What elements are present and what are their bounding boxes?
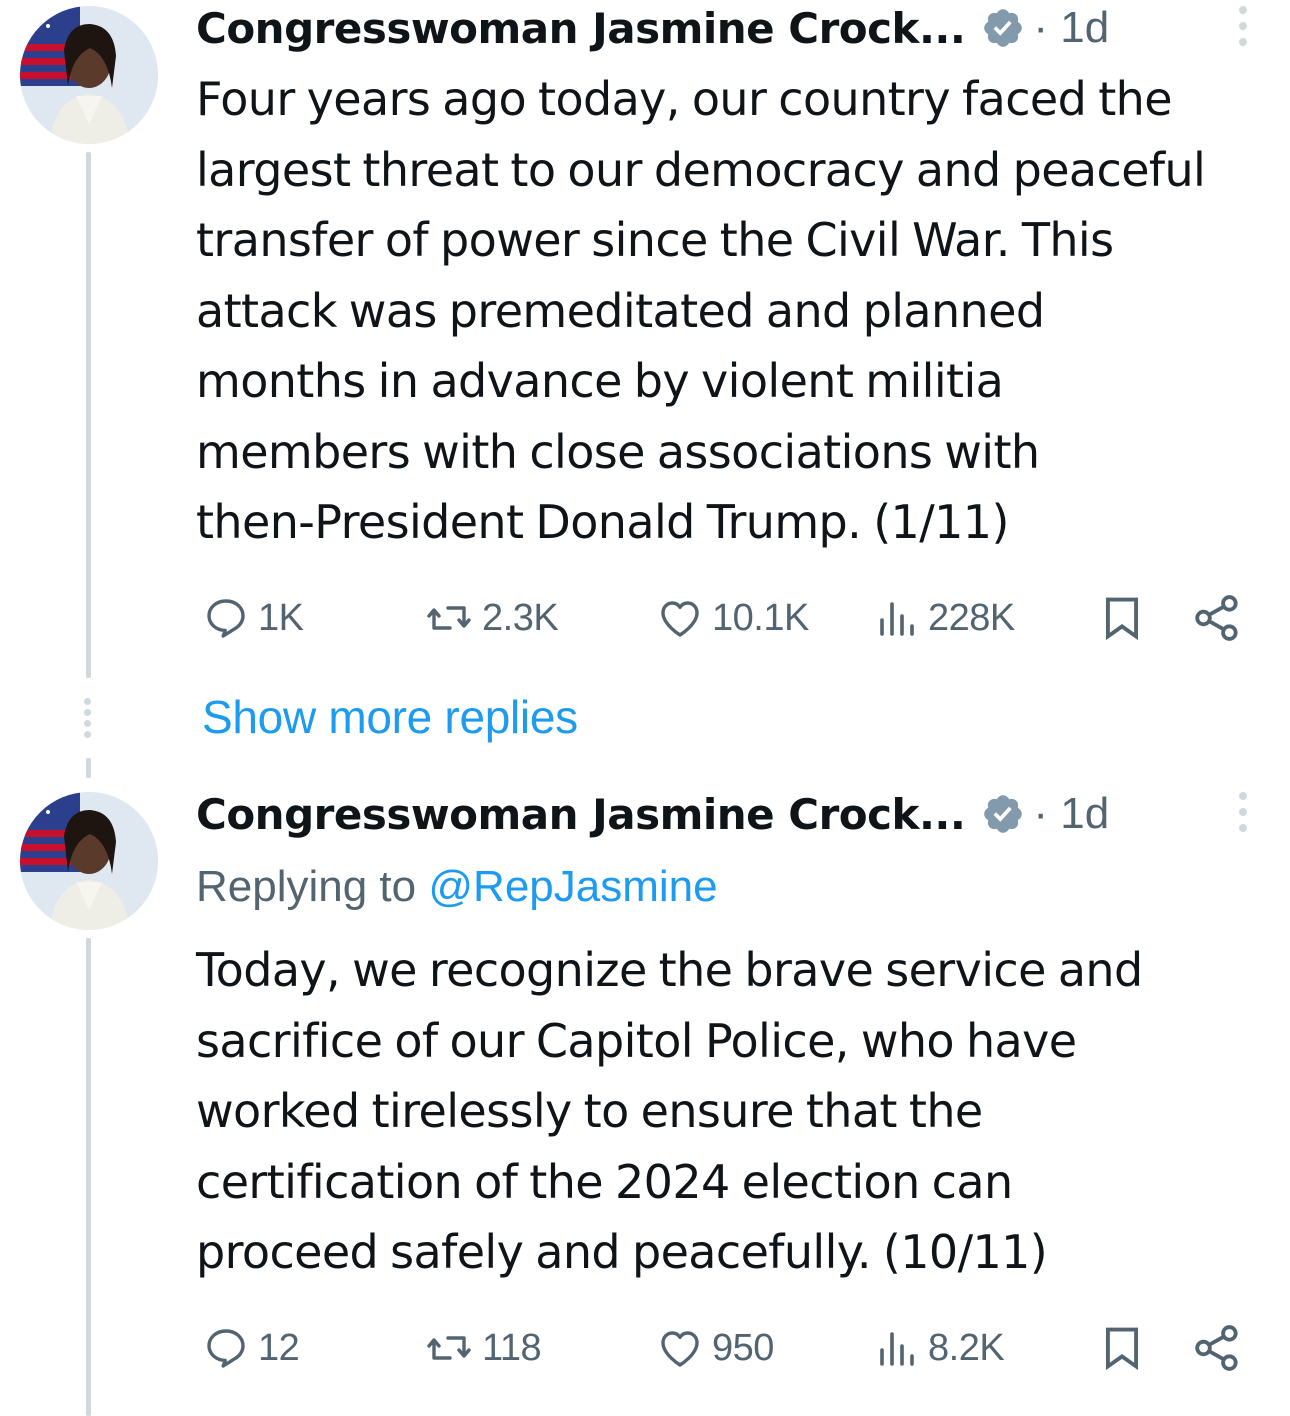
like-button[interactable]: 10.1K — [652, 588, 809, 648]
repost-count: 118 — [482, 1326, 542, 1369]
avatar-image — [20, 6, 158, 144]
tweet-thread: Congresswoman Jasmine Crock... · 1d Four… — [0, 0, 1290, 1416]
views-count: 228K — [928, 596, 1015, 639]
thread-gap-dots — [84, 698, 92, 742]
tweet-timestamp[interactable]: · 1d — [1033, 3, 1109, 53]
repost-button[interactable]: 2.3K — [420, 588, 559, 648]
share-icon — [1195, 595, 1238, 641]
like-button[interactable]: 950 — [652, 1318, 774, 1378]
repost-count: 2.3K — [482, 596, 559, 639]
avatar-image — [20, 792, 158, 930]
replying-to: Replying to @RepJasmine — [196, 862, 718, 912]
verified-badge-icon — [981, 792, 1025, 836]
author-avatar[interactable] — [20, 792, 158, 930]
reply-button[interactable]: 1K — [198, 588, 304, 648]
more-options-icon[interactable] — [1236, 792, 1250, 832]
replying-to-handle[interactable]: @RepJasmine — [428, 862, 717, 911]
repost-button[interactable]: 118 — [420, 1318, 542, 1378]
reply-icon — [207, 599, 245, 638]
verified-badge-icon — [981, 6, 1025, 50]
views-button[interactable]: 228K — [872, 588, 1015, 648]
reply-icon — [207, 1329, 245, 1368]
tweet-actions: 1K 2.3K 10.1K 228K — [196, 588, 1256, 648]
author-name[interactable]: Congresswoman Jasmine Crock... — [196, 4, 966, 53]
tweet-actions: 12 118 950 8.2K — [196, 1318, 1256, 1378]
bookmark-icon — [1105, 1327, 1139, 1371]
replying-to-label: Replying to — [196, 862, 417, 911]
author-avatar[interactable] — [20, 6, 158, 144]
reply-count: 12 — [258, 1326, 300, 1369]
repost-icon — [427, 606, 471, 630]
reply-button[interactable]: 12 — [198, 1318, 300, 1378]
repost-icon — [427, 1336, 471, 1360]
bookmark-icon — [1105, 597, 1139, 641]
like-count: 950 — [712, 1326, 774, 1369]
thread-connector-line — [86, 152, 91, 678]
heart-icon — [661, 601, 699, 637]
heart-icon — [661, 1331, 699, 1367]
views-button[interactable]: 8.2K — [872, 1318, 1005, 1378]
tweet-text: Four years ago today, our country faced … — [196, 72, 1206, 549]
share-button[interactable] — [1190, 588, 1244, 648]
tweet-text: Today, we recognize the brave service an… — [196, 943, 1143, 1279]
more-options-icon[interactable] — [1236, 6, 1250, 46]
bookmark-button[interactable] — [1096, 1318, 1148, 1378]
tweet-header: Congresswoman Jasmine Crock... · 1d — [196, 786, 1250, 842]
tweet-timestamp[interactable]: · 1d — [1033, 789, 1109, 839]
author-name[interactable]: Congresswoman Jasmine Crock... — [196, 790, 966, 839]
views-icon — [880, 1332, 914, 1366]
share-icon — [1195, 1325, 1238, 1371]
tweet-header: Congresswoman Jasmine Crock... · 1d — [196, 0, 1250, 56]
thread-connector-line — [86, 938, 91, 1416]
share-button[interactable] — [1190, 1318, 1244, 1378]
thread-connector-line — [86, 758, 91, 778]
like-count: 10.1K — [712, 596, 809, 639]
views-count: 8.2K — [928, 1326, 1005, 1369]
views-icon — [880, 602, 914, 636]
reply-count: 1K — [258, 596, 304, 639]
bookmark-button[interactable] — [1096, 588, 1148, 648]
show-more-replies-link[interactable]: Show more replies — [202, 690, 578, 744]
